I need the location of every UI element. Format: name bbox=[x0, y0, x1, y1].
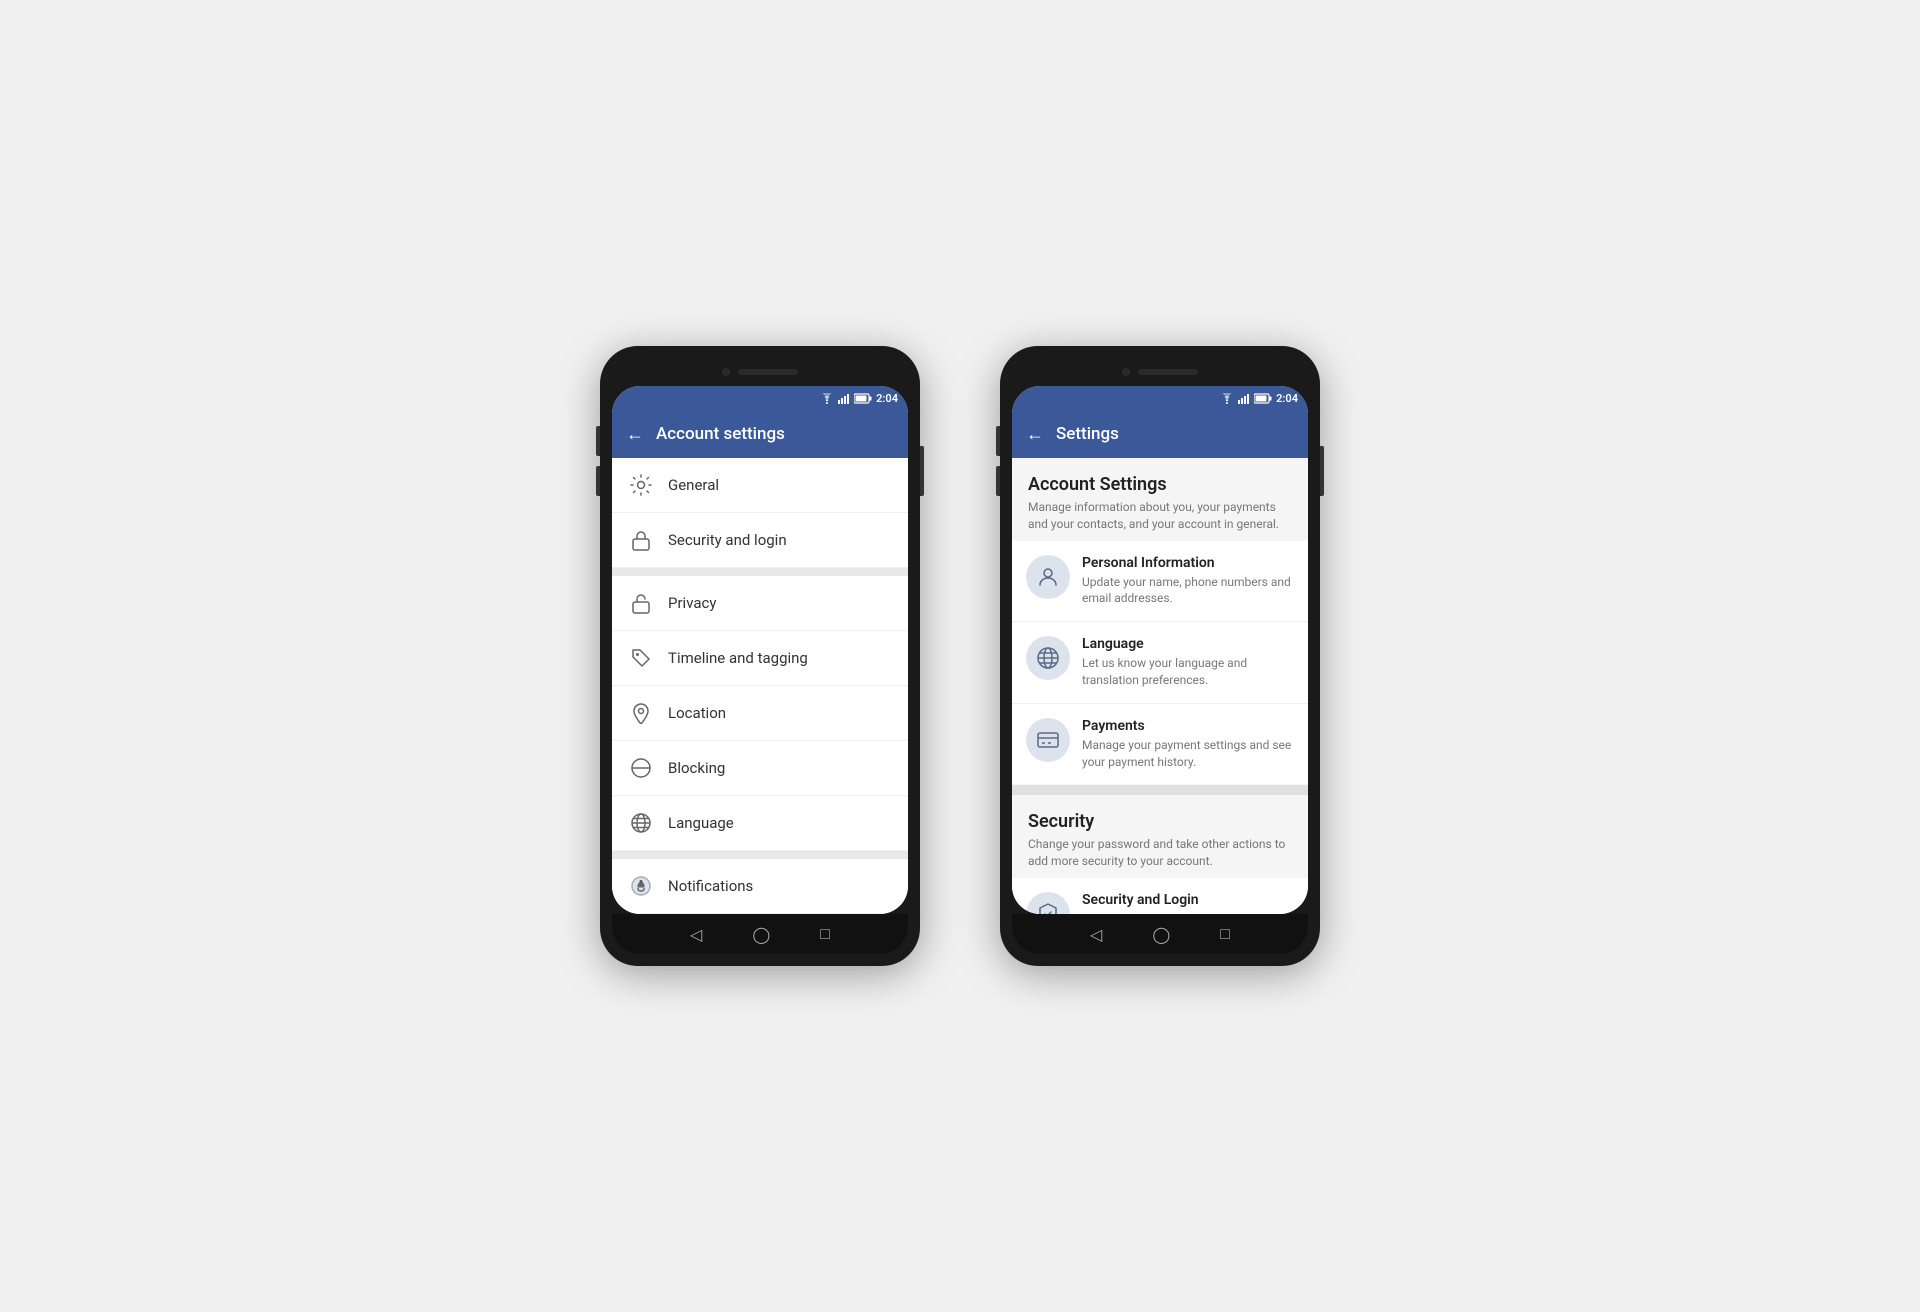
app-header-2: ← Settings bbox=[1012, 410, 1308, 458]
lock-open-icon bbox=[628, 590, 654, 616]
detail-item-security-login[interactable]: Security and Login Change your password … bbox=[1012, 878, 1308, 914]
blocking-icon bbox=[628, 755, 654, 781]
detail-item-language[interactable]: Language Let us know your language and t… bbox=[1012, 622, 1308, 704]
phone-bottom-bar-2: ◁ ◯ □ bbox=[1012, 914, 1308, 954]
phone-screen-2: 2:04 ← Settings Account Settings Manage … bbox=[1012, 386, 1308, 914]
screen-title-2: Settings bbox=[1056, 424, 1119, 444]
app-header-1: ← Account settings bbox=[612, 410, 908, 458]
menu-label-security: Security and login bbox=[668, 531, 787, 549]
time-display-1: 2:04 bbox=[876, 392, 898, 405]
phone-2: 2:04 ← Settings Account Settings Manage … bbox=[1000, 346, 1320, 966]
personal-info-text: Personal Information Update your name, p… bbox=[1082, 555, 1294, 608]
menu-label-location: Location bbox=[668, 704, 726, 722]
payments-detail-desc: Manage your payment settings and see you… bbox=[1082, 737, 1294, 771]
detail-item-personal[interactable]: Personal Information Update your name, p… bbox=[1012, 541, 1308, 623]
wifi-icon-2 bbox=[1220, 393, 1234, 404]
language-detail-desc: Let us know your language and translatio… bbox=[1082, 655, 1294, 689]
phone-top-bar bbox=[612, 358, 908, 386]
section-divider bbox=[1012, 785, 1308, 795]
gear-icon bbox=[628, 472, 654, 498]
menu-item-privacy[interactable]: Privacy bbox=[612, 576, 908, 631]
status-icons-1: 2:04 bbox=[820, 392, 898, 405]
volume-up-button bbox=[596, 426, 600, 456]
security-login-detail-label: Security and Login bbox=[1082, 892, 1294, 908]
tag-icon bbox=[628, 645, 654, 671]
recents-nav-icon-1[interactable]: □ bbox=[820, 924, 830, 944]
phone-1: 2:04 ← Account settings General bbox=[600, 346, 920, 966]
recents-nav-icon-2[interactable]: □ bbox=[1220, 924, 1230, 944]
globe-icon bbox=[628, 810, 654, 836]
detail-item-payments[interactable]: Payments Manage your payment settings an… bbox=[1012, 704, 1308, 785]
divider-2 bbox=[612, 851, 908, 859]
language-detail-label: Language bbox=[1082, 636, 1294, 652]
account-section-title: Account Settings bbox=[1028, 474, 1292, 495]
menu-item-notifications[interactable]: Notifications bbox=[612, 859, 908, 914]
home-nav-icon-1[interactable]: ◯ bbox=[752, 925, 770, 944]
menu-item-location[interactable]: Location bbox=[612, 686, 908, 741]
payments-icon bbox=[1026, 718, 1070, 762]
security-section-desc: Change your password and take other acti… bbox=[1028, 836, 1292, 870]
speaker bbox=[738, 369, 798, 375]
globe-detail-icon bbox=[1026, 636, 1070, 680]
divider-1 bbox=[612, 568, 908, 576]
back-button-1[interactable]: ← bbox=[626, 424, 644, 445]
person-icon bbox=[1026, 555, 1070, 599]
phone-screen-1: 2:04 ← Account settings General bbox=[612, 386, 908, 914]
menu-label-timeline: Timeline and tagging bbox=[668, 649, 808, 667]
menu-label-notifications: Notifications bbox=[668, 877, 753, 895]
menu-label-blocking: Blocking bbox=[668, 759, 725, 777]
screen-title-1: Account settings bbox=[656, 424, 785, 444]
menu-label-general: General bbox=[668, 476, 719, 494]
phone-bottom-bar-1: ◁ ◯ □ bbox=[612, 914, 908, 954]
menu-label-language: Language bbox=[668, 814, 734, 832]
security-section-header: Security Change your password and take o… bbox=[1012, 795, 1308, 878]
home-nav-icon-2[interactable]: ◯ bbox=[1152, 925, 1170, 944]
volume-down-button-2 bbox=[996, 466, 1000, 496]
volume-up-button-2 bbox=[996, 426, 1000, 456]
camera bbox=[722, 368, 730, 376]
personal-info-desc: Update your name, phone numbers and emai… bbox=[1082, 574, 1294, 608]
signal-icon-2 bbox=[1238, 393, 1250, 404]
location-icon bbox=[628, 700, 654, 726]
back-button-2[interactable]: ← bbox=[1026, 424, 1044, 445]
account-section-header: Account Settings Manage information abou… bbox=[1012, 458, 1308, 541]
status-icons-2: 2:04 bbox=[1220, 392, 1298, 405]
volume-down-button bbox=[596, 466, 600, 496]
lock-icon bbox=[628, 527, 654, 553]
notifications-icon bbox=[628, 873, 654, 899]
power-button-2 bbox=[1320, 446, 1324, 496]
account-section-desc: Manage information about you, your payme… bbox=[1028, 499, 1292, 533]
wifi-icon bbox=[820, 393, 834, 404]
speaker-2 bbox=[1138, 369, 1198, 375]
menu-item-blocking[interactable]: Blocking bbox=[612, 741, 908, 796]
battery-icon-2 bbox=[1254, 393, 1272, 404]
menu-item-security[interactable]: Security and login bbox=[612, 513, 908, 568]
signal-icon bbox=[838, 393, 850, 404]
menu-item-general[interactable]: General bbox=[612, 458, 908, 513]
shield-icon bbox=[1026, 892, 1070, 914]
battery-icon bbox=[854, 393, 872, 404]
security-section-title: Security bbox=[1028, 811, 1292, 832]
personal-info-label: Personal Information bbox=[1082, 555, 1294, 571]
payments-detail-label: Payments bbox=[1082, 718, 1294, 734]
status-bar-1: 2:04 bbox=[612, 386, 908, 410]
payments-detail-text: Payments Manage your payment settings an… bbox=[1082, 718, 1294, 771]
security-detail-card: Security and Login Change your password … bbox=[1012, 878, 1308, 914]
back-nav-icon-1[interactable]: ◁ bbox=[690, 925, 702, 944]
settings-detail: Account Settings Manage information abou… bbox=[1012, 458, 1308, 914]
time-display-2: 2:04 bbox=[1276, 392, 1298, 405]
security-login-detail-desc: Change your password and take other acti… bbox=[1082, 911, 1294, 914]
language-detail-text: Language Let us know your language and t… bbox=[1082, 636, 1294, 689]
menu-label-privacy: Privacy bbox=[668, 594, 716, 612]
power-button bbox=[920, 446, 924, 496]
account-detail-card: Personal Information Update your name, p… bbox=[1012, 541, 1308, 785]
settings-list: General Security and login bbox=[612, 458, 908, 914]
phone-top-bar-2 bbox=[1012, 358, 1308, 386]
security-login-detail-text: Security and Login Change your password … bbox=[1082, 892, 1294, 914]
menu-item-timeline[interactable]: Timeline and tagging bbox=[612, 631, 908, 686]
camera-2 bbox=[1122, 368, 1130, 376]
status-bar-2: 2:04 bbox=[1012, 386, 1308, 410]
menu-item-language[interactable]: Language bbox=[612, 796, 908, 851]
back-nav-icon-2[interactable]: ◁ bbox=[1090, 925, 1102, 944]
